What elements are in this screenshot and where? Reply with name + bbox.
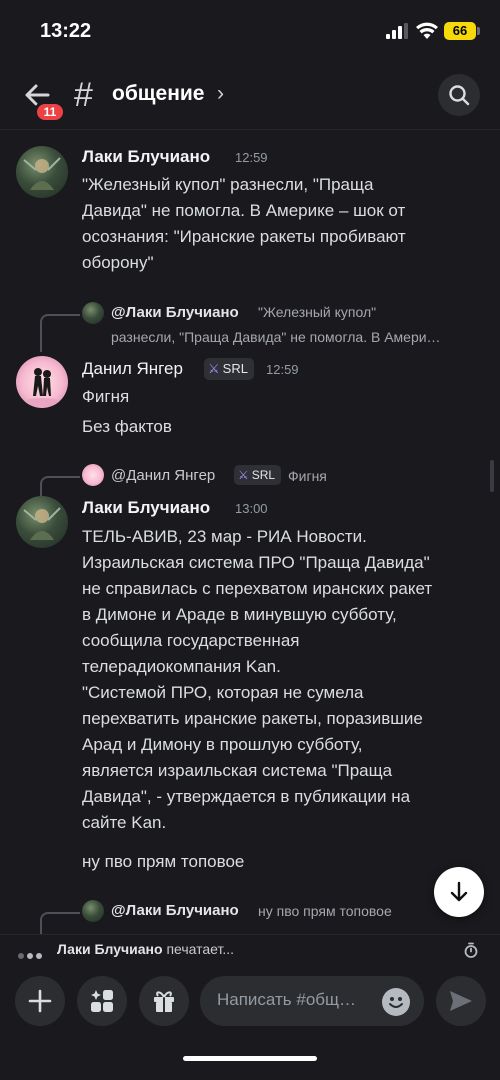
send-icon [450,991,472,1011]
apps-icon [91,990,113,1012]
message-line: Давида", - утверждается в публикации на [82,787,411,806]
message-line: Фигня [82,387,130,406]
home-indicator[interactable] [183,1056,317,1061]
role-tag-label: SRL [222,361,248,376]
arrow-down-icon [450,881,468,902]
message-line: Израильская система ПРО "Праща Давида" [82,553,430,572]
typing-dots-icon [18,946,45,964]
message-body: ну пво прям топовое [82,849,482,875]
plus-icon [28,989,52,1013]
send-button[interactable] [436,976,486,1026]
reply-connector [40,912,80,934]
message-timestamp: 12:59 [235,150,268,165]
reply-author[interactable]: @Лаки Блучиано [111,304,239,321]
message-author[interactable]: Данил Янгер [82,359,183,379]
scrollbar[interactable] [490,460,494,492]
avatar[interactable] [16,356,68,408]
gift-button[interactable] [139,976,189,1026]
message-line: телерадиокомпания Kan. [82,657,281,676]
message-line: ТЕЛЬ-АВИВ, 23 мар - РИА Новости. [82,527,367,546]
channel-name[interactable]: общение [112,82,204,106]
typing-indicator: Лаки Блучиано печатает... [0,934,500,964]
chevron-right-icon[interactable]: › [217,82,224,106]
reply-connector [40,314,80,352]
message-timestamp: 12:59 [266,362,299,377]
typing-suffix: печатает... [166,941,235,957]
role-tag[interactable]: ⚔ SRL [204,358,254,380]
reply-preview-line[interactable]: разнесли, "Праща Давида" не помогла. В А… [111,326,481,349]
message-line: перехватить иранские ракеты, поразившие [82,709,423,728]
add-attachment-button[interactable] [15,976,65,1026]
typing-user: Лаки Блучиано [57,941,163,957]
message-body: Фигня [82,384,482,410]
typing-text: Лаки Блучиано печатает... [57,941,234,957]
message-composer: Написать #общ… [0,964,500,1080]
status-bar: 13:22 66 [0,0,500,62]
sword-icon: ⚔ [208,361,220,376]
reply-avatar [82,900,104,922]
message-line: не справилась с перехватом иранских раке… [82,579,433,598]
emoji-face [389,997,403,1008]
emoji-icon[interactable] [382,988,410,1016]
message-line: "Системой ПРО, которая не сумела [82,683,364,702]
message-line: Давида" не помогла. В Америке – шок от [82,201,406,220]
message-line: сообщила государственная [82,631,300,650]
search-icon [449,85,470,106]
battery-indicator: 66 [444,22,476,40]
message-body: Без фактов [82,414,482,440]
message-timestamp: 13:00 [235,501,268,516]
message-line: сайте Kan. [82,813,167,832]
jump-to-bottom-button[interactable] [434,867,484,917]
message-input-placeholder: Написать #общ… [217,990,357,1009]
message-line: Без фактов [82,417,172,436]
reply-avatar [82,464,104,486]
message-line: является израильская система "Праща [82,761,393,780]
reply-preview-line[interactable]: ну пво прям топовое [258,900,392,923]
search-button[interactable] [438,74,480,116]
apps-button[interactable] [77,976,127,1026]
message-line: в Димоне и Араде в минувшую субботу, [82,605,397,624]
message-body: "Железный купол" разнесли, "Праща Давида… [82,172,482,276]
avatar-image [23,157,61,190]
message-line: ну пво прям топовое [82,852,245,871]
status-time: 13:22 [40,20,92,42]
message-line: осознания: "Иранские ракеты пробивают [82,227,406,246]
reply-author[interactable]: @Данил Янгер [111,467,215,484]
reply-preview-line[interactable]: Фигня [288,465,327,488]
wifi-icon [416,22,438,39]
role-tag[interactable]: ⚔ SRL [234,465,282,485]
message-author[interactable]: Лаки Блучиано [82,498,210,518]
avatar[interactable] [16,146,68,198]
battery-tip [477,27,480,35]
message-line: Арад и Димону в прошлую субботу, [82,735,363,754]
message-author[interactable]: Лаки Блучиано [82,147,210,167]
slowmode-timer-icon [464,942,478,958]
message-line: "Железный купол" разнесли, "Праща [82,175,374,194]
avatar-image [24,368,60,406]
sword-icon: ⚔ [238,468,249,482]
signal-icon [386,23,408,39]
message-input[interactable]: Написать #общ… [200,976,424,1026]
reply-avatar [82,302,104,324]
avatar[interactable] [16,496,68,548]
message-line: оборону" [82,253,154,272]
reply-author[interactable]: @Лаки Блучиано [111,902,239,919]
avatar-image [23,507,61,540]
role-tag-label: SRL [251,468,276,482]
gift-icon [154,991,174,1012]
reply-preview-line[interactable]: "Железный купол" [258,301,376,324]
unread-badge: 11 [34,101,66,123]
channel-header: 11 # общение › [0,62,500,130]
message-body: ТЕЛЬ-АВИВ, 23 мар - РИА Новости. Израиль… [82,524,482,836]
channel-hash-icon: # [74,76,93,114]
